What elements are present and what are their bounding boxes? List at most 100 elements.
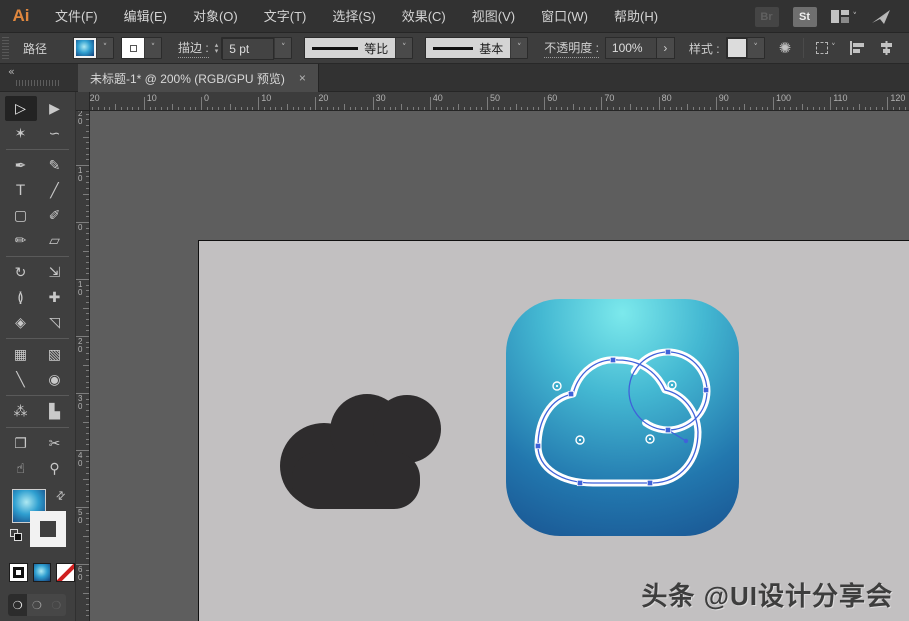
transform-bounding-box-button[interactable]: ˅ xyxy=(816,42,836,54)
opacity-input[interactable]: 100% xyxy=(605,37,657,59)
menu-item[interactable]: 文字(T) xyxy=(251,0,320,33)
tool-rectangle[interactable]: ▢ xyxy=(5,203,37,228)
workspace-switcher[interactable]: ˅ xyxy=(831,10,858,23)
stroke-weight-stepper[interactable]: ▴ ▾ xyxy=(215,42,219,54)
fill-color-dropdown[interactable]: ˅ xyxy=(73,37,114,59)
tool-rotate[interactable]: ↻ xyxy=(5,260,37,285)
center-point-dot[interactable] xyxy=(671,384,673,386)
tool-curvature[interactable]: ✎ xyxy=(39,153,71,178)
tool-lasso[interactable]: ∽ xyxy=(39,121,71,146)
tool-type[interactable]: T xyxy=(5,178,37,203)
menu-item[interactable]: 选择(S) xyxy=(319,0,388,33)
tool-free-transform[interactable]: ◈ xyxy=(5,310,37,335)
anchor-point[interactable] xyxy=(665,427,670,432)
ruler-tick xyxy=(767,107,768,111)
center-point-dot[interactable] xyxy=(579,439,581,441)
bridge-button[interactable]: Br xyxy=(755,7,779,27)
canvas[interactable]: 头条 @UI设计分享会 xyxy=(90,111,909,621)
stroke-color-dropdown[interactable]: ˅ xyxy=(121,37,162,59)
tool-puppet-warp[interactable]: ✚ xyxy=(39,285,71,310)
stroke-weight-dropdown[interactable]: 5 pt ˅ xyxy=(221,37,292,59)
tool-zoom[interactable]: ⚲ xyxy=(39,456,71,481)
tool-mesh[interactable]: ▦ xyxy=(5,342,37,367)
menu-item[interactable]: 效果(C) xyxy=(389,0,459,33)
brush-definition-dropdown[interactable]: 基本 ˅ xyxy=(425,37,528,59)
draw-normal-button[interactable]: ❍ xyxy=(8,594,27,616)
chevron-down-icon[interactable]: ˅ xyxy=(274,38,291,58)
draw-behind-button[interactable]: ❍ xyxy=(27,594,46,616)
tool-hand[interactable]: ☝ xyxy=(5,456,37,481)
chevron-down-icon[interactable]: ˅ xyxy=(395,38,412,58)
stroke-weight-value[interactable]: 5 pt xyxy=(222,38,274,60)
menu-item[interactable]: 帮助(H) xyxy=(601,0,671,33)
tool-pencil[interactable]: ✏ xyxy=(5,228,37,253)
recolor-artwork-icon[interactable]: ✺ xyxy=(779,39,792,57)
tool-pen[interactable]: ✒ xyxy=(5,153,37,178)
share-icon[interactable] xyxy=(871,9,891,25)
tool-symbol-sprayer[interactable]: ⁂ xyxy=(5,399,37,424)
tool-perspective-grid[interactable]: ◹ xyxy=(39,310,71,335)
default-fill-stroke-icon[interactable] xyxy=(10,529,22,541)
color-button[interactable] xyxy=(9,563,28,582)
chevron-down-icon[interactable]: ˅ xyxy=(510,38,527,58)
menu-item[interactable]: 对象(O) xyxy=(180,0,251,33)
anchor-point[interactable] xyxy=(610,357,615,362)
dark-cloud-shape[interactable] xyxy=(272,382,442,509)
anchor-point[interactable] xyxy=(647,480,652,485)
menu-item[interactable]: 窗口(W) xyxy=(528,0,601,33)
chevron-down-icon[interactable]: ˅ xyxy=(96,38,113,58)
tool-column-graph[interactable]: ▙ xyxy=(39,399,71,424)
tool-line-segment[interactable]: ╱ xyxy=(39,178,71,203)
tool-magic-wand[interactable]: ✶ xyxy=(5,121,37,146)
tool-eyedropper[interactable]: ╲ xyxy=(5,367,37,392)
style-dropdown[interactable]: ˅ xyxy=(726,37,765,59)
stroke-profile-dropdown[interactable]: 等比 ˅ xyxy=(304,37,413,59)
horizontal-ruler[interactable]: 20100102030405060708090100110120 xyxy=(90,92,909,111)
toolbar-grip[interactable] xyxy=(16,80,60,86)
chevron-down-icon[interactable]: ˅ xyxy=(747,38,764,58)
tool-selection[interactable]: ▷ xyxy=(5,96,37,121)
anchor-point[interactable] xyxy=(535,443,540,448)
bezier-handle-dot[interactable] xyxy=(684,439,688,443)
anchor-point[interactable] xyxy=(577,480,582,485)
ruler-corner[interactable] xyxy=(76,92,90,111)
ruler-tick xyxy=(733,107,734,111)
document-tab[interactable]: 未标题-1* @ 200% (RGB/GPU 预览) × xyxy=(78,64,319,92)
none-button[interactable] xyxy=(56,563,75,582)
anchor-point[interactable] xyxy=(568,391,573,396)
align-center-icon[interactable] xyxy=(879,41,894,55)
vertical-ruler[interactable]: 2010010203040506070 xyxy=(76,111,90,621)
chevron-down-icon[interactable]: ˅ xyxy=(144,38,161,58)
gradient-button[interactable] xyxy=(33,563,52,582)
tool-gradient[interactable]: ▧ xyxy=(39,342,71,367)
stroke-panel-link[interactable]: 描边 : xyxy=(178,39,209,58)
tool-slice[interactable]: ✂ xyxy=(39,431,71,456)
menu-item[interactable]: 视图(V) xyxy=(459,0,528,33)
swap-fill-stroke-icon[interactable]: ⇄ xyxy=(53,488,69,504)
opacity-slider-button[interactable]: › xyxy=(657,37,675,59)
anchor-point[interactable] xyxy=(703,387,708,392)
stepper-down-icon[interactable]: ▾ xyxy=(215,48,219,54)
close-icon[interactable]: × xyxy=(299,71,306,85)
center-point-dot[interactable] xyxy=(556,385,558,387)
tool-width[interactable]: ≬ xyxy=(5,285,37,310)
tool-direct-selection[interactable]: ▶ xyxy=(39,96,71,121)
tool-blend[interactable]: ◉ xyxy=(39,367,71,392)
stock-button[interactable]: St xyxy=(793,7,817,27)
opacity-panel-link[interactable]: 不透明度 : xyxy=(544,39,599,58)
tool-paintbrush[interactable]: ✐ xyxy=(39,203,71,228)
menu-item[interactable]: 编辑(E) xyxy=(111,0,180,33)
stroke-color-button[interactable] xyxy=(30,511,66,547)
anchor-point[interactable] xyxy=(665,349,670,354)
tool-eraser[interactable]: ▱ xyxy=(39,228,71,253)
tool-scale[interactable]: ⇲ xyxy=(39,260,71,285)
controlbar-grip[interactable] xyxy=(2,37,9,59)
ruler-tick xyxy=(121,107,122,111)
center-point-dot[interactable] xyxy=(649,438,651,440)
menu-item[interactable]: 文件(F) xyxy=(42,0,111,33)
cloud-app-icon[interactable] xyxy=(505,298,740,537)
align-left-icon[interactable] xyxy=(850,41,865,55)
collapse-panel-button[interactable]: « xyxy=(8,65,15,78)
tool-artboard[interactable]: ❐ xyxy=(5,431,37,456)
draw-inside-button[interactable]: ❍ xyxy=(47,594,66,616)
